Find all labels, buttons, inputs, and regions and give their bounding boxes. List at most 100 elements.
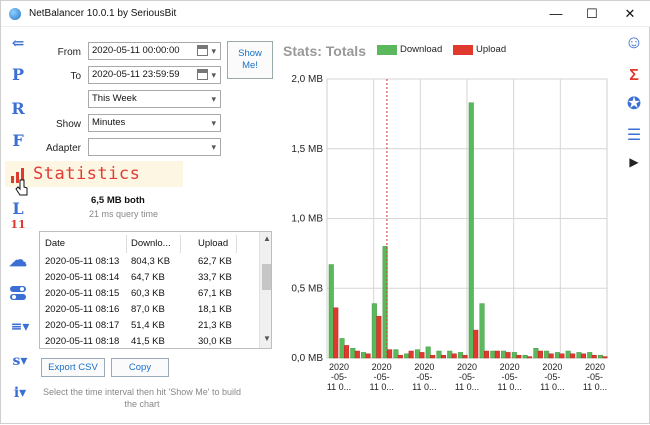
download-bar <box>522 354 528 359</box>
x-tick-label: -05- <box>459 372 475 382</box>
sigma-icon[interactable]: Σ <box>623 65 645 87</box>
smiley-icon[interactable]: ☺ <box>623 31 645 53</box>
right-toolbar: ☺ Σ ✪ ☰ ▶ <box>617 27 650 425</box>
list-icon[interactable]: ☰ <box>623 125 645 147</box>
app-logo-icon <box>9 8 21 20</box>
x-tick-label: 2020 <box>457 362 477 372</box>
y-tick-label: 0,0 MB <box>291 353 323 364</box>
x-tick-label: 2020 <box>585 362 605 372</box>
table-row[interactable]: 2020-05-11 08:17 51,4 KB 21,3 KB <box>40 318 260 334</box>
column-separator <box>180 235 181 253</box>
table-row[interactable]: 2020-05-11 08:14 64,7 KB 33,7 KB <box>40 270 260 286</box>
chevron-down-icon[interactable]: ▾ <box>211 67 216 83</box>
upload-bar <box>548 353 554 359</box>
legend-download-swatch <box>377 45 397 55</box>
download-bar <box>468 102 474 359</box>
y-tick-label: 1,5 MB <box>291 144 323 155</box>
to-datetime-field[interactable]: 2020-05-11 23:59:59 ▾ <box>88 66 221 84</box>
download-bar <box>511 352 517 359</box>
table-row[interactable]: 2020-05-11 08:13 804,3 KB 62,7 KB <box>40 254 260 270</box>
table-scrollbar[interactable]: ▲ ▼ <box>259 232 271 348</box>
nav-f-icon[interactable]: F <box>7 131 29 151</box>
x-tick-label: 2020 <box>329 362 349 372</box>
nav-s-icon[interactable]: s▾ <box>7 351 33 371</box>
download-bar <box>425 346 431 359</box>
upload-bar <box>505 352 511 359</box>
download-bar <box>479 303 485 359</box>
download-bar <box>533 347 539 359</box>
export-csv-button[interactable]: Export CSV <box>41 358 105 377</box>
scroll-down-icon[interactable]: ▼ <box>263 334 271 343</box>
scroll-up-icon[interactable]: ▲ <box>263 234 271 243</box>
adapter-label: Adapter <box>45 143 81 154</box>
download-bar <box>361 352 367 359</box>
x-tick-label: 11 0... <box>540 382 564 392</box>
column-header-date[interactable]: Date <box>45 238 65 249</box>
download-bar <box>501 350 507 359</box>
hint-text: Select the time interval then hit 'Show … <box>42 387 242 409</box>
upload-bar <box>430 354 436 359</box>
preset-select[interactable]: This Week ▾ <box>88 90 221 108</box>
minimize-button[interactable]: — <box>541 5 571 23</box>
chevron-down-icon[interactable]: ▾ <box>211 91 216 107</box>
statistics-tooltip-text: Statistics <box>33 164 141 184</box>
cell-date: 2020-05-11 08:13 <box>45 256 120 267</box>
cell-download: 804,3 KB <box>131 256 171 267</box>
nav-11-icon[interactable]: 11 <box>7 215 29 235</box>
show-me-button[interactable]: Show Me! <box>227 41 273 79</box>
play-icon[interactable]: ▶ <box>623 151 645 173</box>
x-tick-label: 2020 <box>414 362 434 372</box>
x-tick-label: 11 0... <box>455 382 479 392</box>
upload-bar <box>473 329 479 359</box>
show-granularity-select[interactable]: Minutes ▾ <box>88 114 221 132</box>
chevron-down-icon[interactable]: ▾ <box>211 43 216 59</box>
award-icon[interactable]: ✪ <box>623 93 645 115</box>
menu-icon[interactable]: ≡▾ <box>7 317 33 337</box>
upload-bar <box>462 354 468 359</box>
cell-date: 2020-05-11 08:17 <box>45 320 120 331</box>
nav-r-icon[interactable]: R <box>7 99 29 119</box>
totals-bar-chart[interactable]: 0,0 MB0,5 MB1,0 MB1,5 MB2,0 MB2020-05-11… <box>277 71 615 411</box>
nav-p-icon[interactable]: P <box>7 65 29 85</box>
back-icon[interactable]: ⇐ <box>7 33 29 53</box>
column-header-upload[interactable]: Upload <box>198 238 228 249</box>
upload-bar <box>365 353 371 359</box>
summary-total: 6,5 MB both <box>91 195 145 206</box>
calendar-icon[interactable] <box>197 69 208 80</box>
table-row[interactable]: 2020-05-11 08:15 60,3 KB 67,1 KB <box>40 286 260 302</box>
cell-upload: 30,0 KB <box>198 336 232 347</box>
upload-bar <box>516 354 522 359</box>
info-icon[interactable]: i▾ <box>7 383 33 403</box>
upload-bar <box>580 353 586 359</box>
window-title: NetBalancer 10.0.1 by SeriousBit <box>29 8 177 19</box>
x-tick-label: -05- <box>502 372 518 382</box>
table-row[interactable]: 2020-05-11 08:18 41,5 KB 30,0 KB <box>40 334 260 348</box>
upload-bar <box>440 354 446 359</box>
upload-bar <box>333 307 339 359</box>
upload-bar <box>387 349 393 359</box>
cloud-icon[interactable]: ☁ <box>7 251 29 271</box>
table-row[interactable]: 2020-05-11 08:16 87,0 KB 18,1 KB <box>40 302 260 318</box>
download-bar <box>339 338 345 359</box>
toggle-icon[interactable] <box>7 283 29 303</box>
x-tick-label: -05- <box>587 372 603 382</box>
chevron-down-icon[interactable]: ▾ <box>211 139 216 155</box>
download-bar <box>350 347 356 359</box>
download-bar <box>447 350 453 359</box>
legend-upload-label: Upload <box>476 44 507 55</box>
x-tick-label: 11 0... <box>497 382 521 392</box>
stats-table[interactable]: Date Downlo... Upload 2020-05-11 08:13 8… <box>39 231 272 349</box>
close-button[interactable]: ✕ <box>615 5 645 23</box>
upload-bar <box>408 350 414 359</box>
upload-bar <box>570 353 576 359</box>
x-tick-label: -05- <box>331 372 347 382</box>
download-bar <box>414 349 420 359</box>
scrollbar-thumb[interactable] <box>262 264 271 290</box>
copy-button[interactable]: Copy <box>111 358 169 377</box>
calendar-icon[interactable] <box>197 45 208 56</box>
maximize-button[interactable]: ☐ <box>577 5 607 23</box>
from-datetime-field[interactable]: 2020-05-11 00:00:00 ▾ <box>88 42 221 60</box>
column-header-download[interactable]: Downlo... <box>131 238 171 249</box>
adapter-select[interactable]: ▾ <box>88 138 221 156</box>
chevron-down-icon[interactable]: ▾ <box>211 115 216 131</box>
